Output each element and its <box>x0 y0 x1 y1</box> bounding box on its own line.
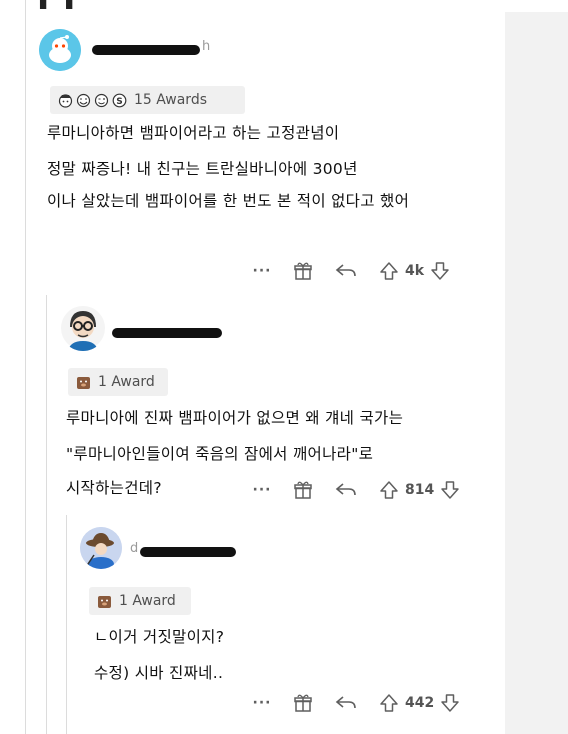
more-icon[interactable]: ··· <box>253 695 271 711</box>
reply-icon[interactable] <box>335 262 357 280</box>
vote-count: 814 <box>405 482 435 498</box>
award-face-icon <box>58 93 73 108</box>
upvote-icon[interactable] <box>379 261 399 281</box>
award-wink-icon <box>94 93 109 108</box>
username-tail: d <box>130 541 139 556</box>
more-icon[interactable]: ··· <box>253 482 271 498</box>
svg-text:S: S <box>116 97 122 107</box>
upvote-icon[interactable] <box>379 693 399 713</box>
comment-line: 이나 살았는데 뱀파이어를 한 번도 본 적이 없다고 했어 <box>47 192 410 210</box>
gift-icon[interactable] <box>293 480 313 500</box>
gift-icon[interactable] <box>293 693 313 713</box>
awards-count-label: 1 Award <box>119 593 176 609</box>
vote-count: 4k <box>405 263 425 279</box>
award-bear-icon <box>76 375 91 390</box>
award-bear-icon <box>97 594 112 609</box>
username-redacted[interactable]: h <box>92 39 212 57</box>
comment-line: ㄴ이거 거짓말이지? <box>94 628 225 646</box>
downvote-icon[interactable] <box>430 261 450 281</box>
comment-actions: ··· 814 <box>253 479 460 501</box>
vote-count: 442 <box>405 695 435 711</box>
reply-icon[interactable] <box>335 481 357 499</box>
award-laugh-icon <box>76 93 91 108</box>
thread-line-reply <box>46 295 47 734</box>
comment-body: 루마니아하면 뱀파이어라고 하는 고정관념이 정말 짜증나! 내 친구는 트란실… <box>47 117 409 217</box>
glasses-avatar-icon <box>61 306 105 351</box>
reply-icon[interactable] <box>335 694 357 712</box>
awards-count-label: 1 Award <box>98 374 155 390</box>
awards-count-label: 15 Awards <box>134 92 207 108</box>
comment-actions: ··· 4k <box>253 260 450 282</box>
more-icon[interactable]: ··· <box>253 263 271 279</box>
avatar[interactable] <box>80 527 122 569</box>
username-redacted[interactable]: d <box>130 541 240 559</box>
comment-line: 정말 짜증나! 내 친구는 트란실바니아에 300년 <box>47 160 358 178</box>
username-redacted[interactable] <box>112 326 224 340</box>
username-tail: h <box>202 39 211 54</box>
right-gutter <box>505 12 568 734</box>
snoo-avatar-icon <box>39 29 81 71</box>
thread-line-nested <box>66 515 67 734</box>
comment-line: "루마니아인들이여 죽음의 잠에서 깨어나라"로 <box>66 445 374 463</box>
cropped-header: ▖ ▗ ▘ ▝ <box>0 0 568 12</box>
thread-line-top <box>25 0 26 734</box>
avatar[interactable] <box>39 29 81 71</box>
gift-icon[interactable] <box>293 261 313 281</box>
awards-pill[interactable]: S 15 Awards <box>50 86 245 114</box>
downvote-icon[interactable] <box>440 693 460 713</box>
award-coin-icon: S <box>112 93 127 108</box>
upvote-icon[interactable] <box>379 480 399 500</box>
comment-body: ㄴ이거 거짓말이지? 수정) 시바 진짜네.. <box>94 621 224 689</box>
comment-line: 루마니아하면 뱀파이어라고 하는 고정관념이 <box>47 124 340 142</box>
comment-line: 루마니아에 진짜 뱀파이어가 없으면 왜 걔네 국가는 <box>66 409 404 427</box>
awards-pill[interactable]: 1 Award <box>68 368 168 396</box>
hat-avatar-icon <box>80 527 122 569</box>
downvote-icon[interactable] <box>440 480 460 500</box>
avatar[interactable] <box>60 305 106 351</box>
comment-actions: ··· 442 <box>253 692 460 714</box>
comment-line: 수정) 시바 진짜네.. <box>94 664 224 682</box>
cropped-header-fragment: ▖ ▗ ▘ ▝ <box>40 0 113 9</box>
awards-pill[interactable]: 1 Award <box>89 587 191 615</box>
